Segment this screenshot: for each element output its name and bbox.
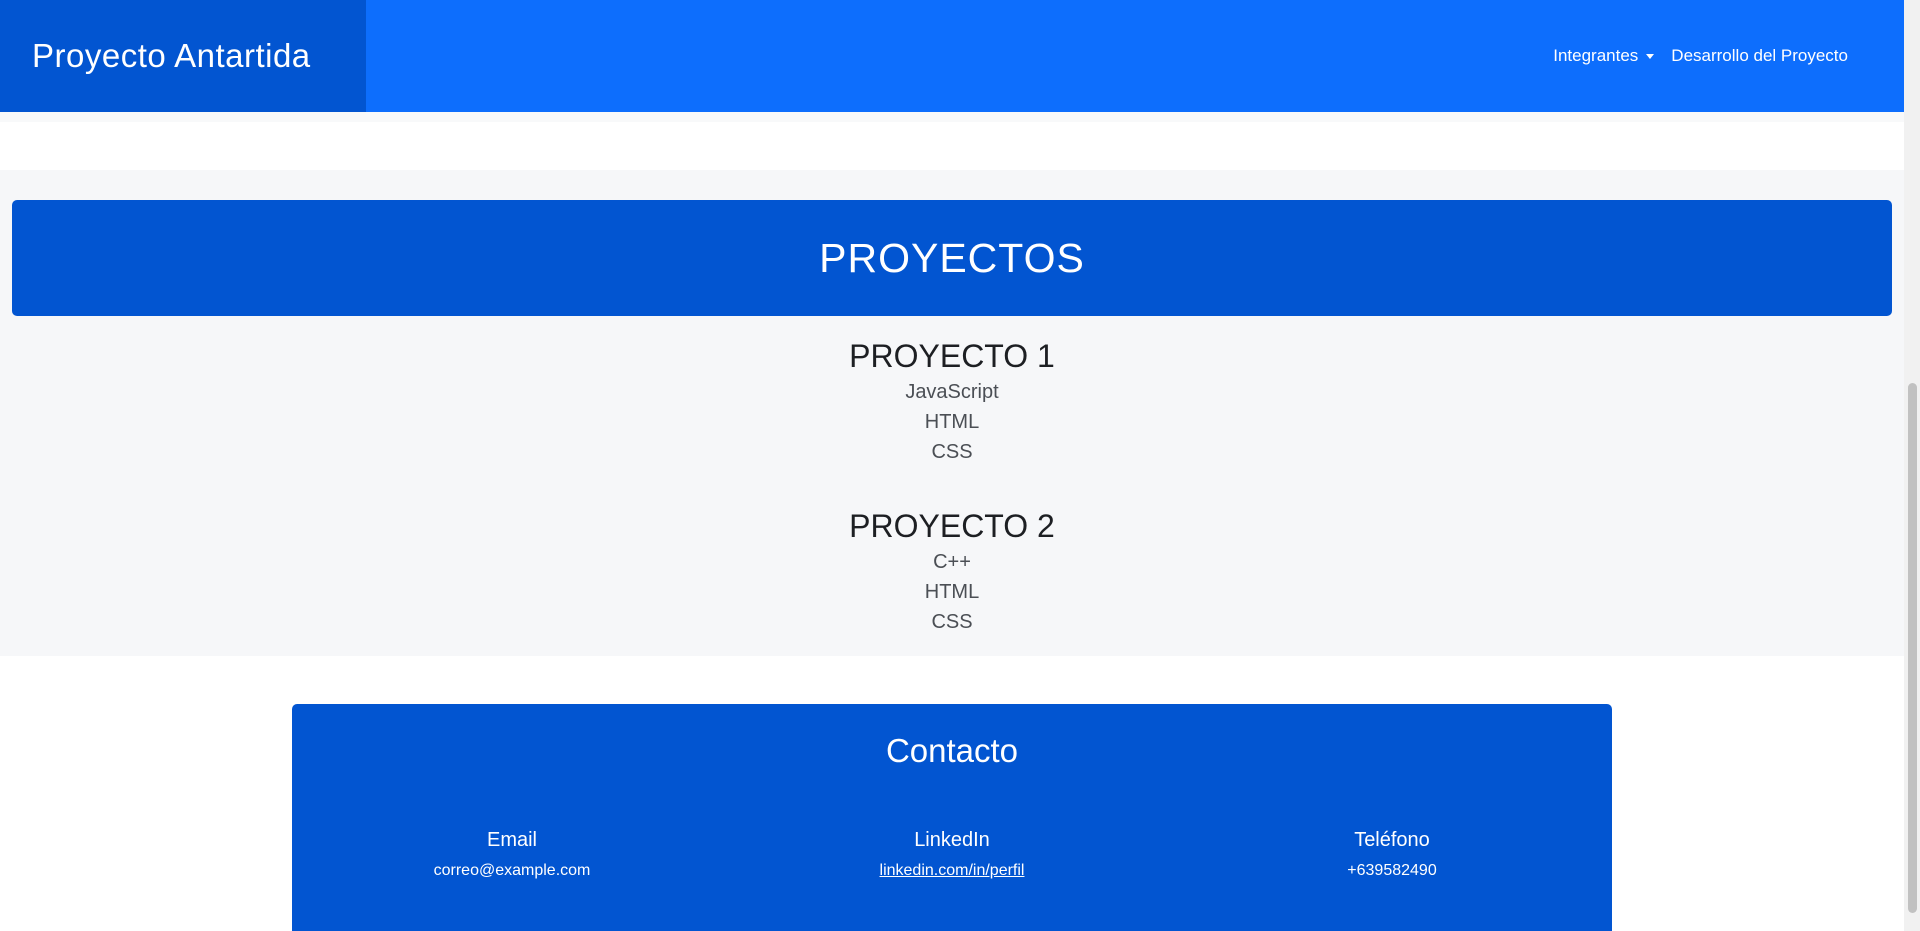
tech-item: C++ [933,551,971,573]
scrollbar[interactable] [1904,0,1920,931]
projects-heading: PROYECTOS [819,234,1085,281]
nav-desarrollo-link[interactable]: Desarrollo del Proyecto [1671,46,1848,66]
email-value: correo@example.com [433,862,591,879]
tech-item: HTML [924,581,980,603]
projects-section: PROYECTOS PROYECTO 1 JavaScript HTML CSS… [0,170,1904,656]
project-title: PROYECTO 2 [849,508,1055,544]
linkedin-link[interactable]: linkedin.com/in/perfil [880,862,1025,880]
nav-integrantes-dropdown[interactable]: Integrantes [1553,46,1655,66]
contact-email: Email correo@example.com [292,827,732,880]
phone-value: +639582490 [1347,862,1437,879]
tech-item: HTML [924,411,980,433]
project-card: PROYECTO 1 JavaScript HTML CSS [0,335,1904,467]
brand-link[interactable]: Proyecto Antartida [32,37,311,75]
contact-title: Contacto [885,732,1019,769]
phone-label: Teléfono [1354,829,1430,851]
contact-linkedin: LinkedIn linkedin.com/in/perfil [732,827,1172,880]
page: Proyecto Antartida Integrantes Desarroll… [0,0,1904,931]
nav-integrantes-label: Integrantes [1553,46,1639,65]
scrollbar-thumb[interactable] [1908,383,1917,913]
linkedin-label: LinkedIn [914,829,990,851]
nav-links: Integrantes Desarrollo del Proyecto [1553,46,1848,66]
project-card: PROYECTO 2 C++ HTML CSS [0,505,1904,637]
navbar: Proyecto Antartida Integrantes Desarroll… [0,0,1904,112]
chevron-down-icon [1646,53,1655,59]
email-label: Email [486,829,537,851]
projects-banner: PROYECTOS [12,200,1892,316]
tech-item: CSS [931,611,973,633]
tech-item: CSS [931,441,973,463]
project-title: PROYECTO 1 [849,338,1055,374]
contact-phone: Teléfono +639582490 [1172,827,1612,880]
contact-section: Contacto Email correo@example.com Linked… [292,704,1612,931]
brand-container: Proyecto Antartida [0,0,366,112]
nav-divider [0,112,1904,122]
tech-item: JavaScript [905,381,999,403]
